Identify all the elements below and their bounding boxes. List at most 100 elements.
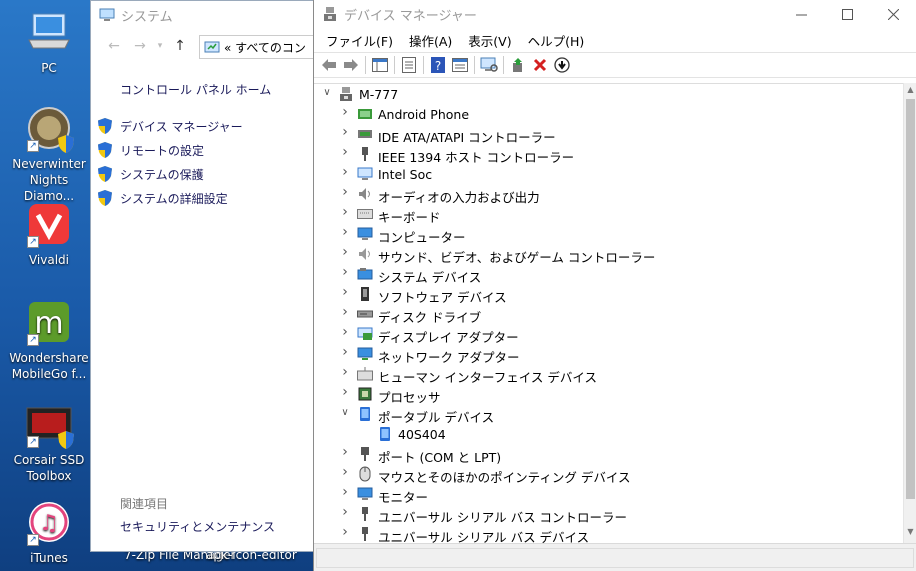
tree-category[interactable]: › ポート (COM と LPT) [314, 444, 904, 465]
remote-settings-link[interactable]: リモートの設定 [97, 138, 243, 162]
link-label: システムの詳細設定 [120, 191, 228, 206]
chevron-down-icon[interactable]: ∨ [338, 407, 352, 418]
desktop-icon-pc[interactable]: PC [4, 8, 94, 76]
chevron-right-icon[interactable]: › [338, 284, 352, 300]
chevron-right-icon[interactable]: › [338, 164, 352, 180]
chevron-right-icon[interactable]: › [338, 144, 352, 160]
tree-category[interactable]: › キーボード [314, 204, 904, 225]
menu-help[interactable]: ヘルプ(H) [520, 28, 593, 53]
chevron-right-icon[interactable]: › [338, 264, 352, 280]
link-label: システムの保護 [120, 167, 204, 182]
vertical-scrollbar[interactable]: ▲ ▼ [903, 83, 916, 543]
chevron-right-icon[interactable]: › [338, 344, 352, 360]
tree-category[interactable]: › プロセッサ [314, 384, 904, 405]
tree-category[interactable]: › ソフトウェア デバイス [314, 284, 904, 305]
scroll-down-icon[interactable]: ▼ [904, 527, 916, 541]
tree-category[interactable]: › システム デバイス [314, 264, 904, 285]
control-panel-home-link[interactable]: コントロール パネル ホーム [120, 81, 271, 98]
view-button[interactable] [449, 54, 471, 76]
chevron-right-icon[interactable]: › [338, 444, 352, 460]
address-text: « すべてのコン [224, 40, 306, 55]
disable-device-button[interactable] [551, 54, 573, 76]
properties-button[interactable] [398, 54, 420, 76]
tree-category[interactable]: › ネットワーク アダプター [314, 344, 904, 365]
tree-category[interactable]: › ディスク ドライブ [314, 304, 904, 325]
forward-button[interactable] [340, 54, 362, 76]
chevron-right-icon[interactable]: › [338, 364, 352, 380]
desktop-icon-vivaldi[interactable]: ↗ Vivaldi [4, 200, 94, 268]
tree-category[interactable]: ∨ ポータブル デバイス [314, 404, 904, 425]
back-button[interactable] [318, 54, 340, 76]
chevron-right-icon[interactable]: › [338, 524, 352, 540]
scroll-thumb[interactable] [906, 99, 915, 499]
chevron-right-icon[interactable]: › [338, 244, 352, 260]
scroll-up-icon[interactable]: ▲ [904, 85, 916, 99]
portable-device-icon [357, 406, 373, 422]
keyboard-icon [357, 206, 373, 222]
recent-dropdown-icon[interactable]: ▾ [153, 41, 167, 51]
chevron-right-icon[interactable]: › [338, 224, 352, 240]
chevron-right-icon[interactable]: › [338, 204, 352, 220]
desktop-icon-corsair[interactable]: ↗ Corsair SSD Toolbox [4, 400, 94, 484]
tree-category[interactable]: › IDE ATA/ATAPI コントローラー [314, 124, 904, 145]
chevron-right-icon[interactable]: › [338, 304, 352, 320]
show-hide-console-tree-button[interactable] [369, 54, 391, 76]
tree-category[interactable]: › サウンド、ビデオ、およびゲーム コントローラー [314, 244, 904, 265]
security-maintenance-link[interactable]: セキュリティとメンテナンス [120, 518, 275, 535]
menu-file[interactable]: ファイル(F) [318, 28, 401, 53]
toolbar: ? [314, 52, 916, 78]
chevron-right-icon[interactable]: › [338, 184, 352, 200]
tree-category[interactable]: › コンピューター [314, 224, 904, 245]
update-driver-icon [513, 58, 522, 72]
tree-category[interactable]: › ユニバーサル シリアル バス デバイス [314, 524, 904, 543]
scan-hardware-button[interactable] [478, 54, 500, 76]
minimize-button[interactable] [778, 0, 824, 28]
chevron-right-icon[interactable]: › [338, 324, 352, 340]
shortcut-arrow-icon: ↗ [27, 436, 39, 448]
up-arrow-icon[interactable]: ↑ [167, 38, 193, 54]
tree-category[interactable]: › ヒューマン インターフェイス デバイス [314, 364, 904, 385]
forward-arrow-icon[interactable]: → [127, 38, 153, 54]
chevron-right-icon[interactable]: › [338, 124, 352, 140]
tree-category[interactable]: › オーディオの入力および出力 [314, 184, 904, 205]
corsair-ssd-icon: ↗ [25, 400, 74, 449]
uninstall-device-button[interactable] [529, 54, 551, 76]
desktop-icon-label: iTunes [30, 551, 68, 565]
android-phone-icon [357, 106, 373, 122]
help-button[interactable]: ? [427, 54, 449, 76]
tree-category[interactable]: › モニター [314, 484, 904, 505]
svg-text:?: ? [435, 59, 441, 73]
desktop-icon-neverwinter[interactable]: ↗ Neverwinter Nights Diamo... [4, 104, 94, 204]
tree-category[interactable]: › ディスプレイ アダプター [314, 324, 904, 345]
update-driver-button[interactable] [507, 54, 529, 76]
tree-category[interactable]: › マウスとそのほかのポインティング デバイス [314, 464, 904, 485]
software-device-icon [357, 286, 373, 302]
chevron-right-icon[interactable]: › [338, 104, 352, 120]
hid-icon [357, 366, 373, 382]
maximize-button[interactable] [824, 0, 870, 28]
tree-root[interactable]: ∨ M-777 [314, 84, 904, 104]
tree-category[interactable]: › IEEE 1394 ホスト コントローラー [314, 144, 904, 165]
back-arrow-icon[interactable]: ← [101, 38, 127, 54]
desktop-icon-itunes[interactable]: ♫ ↗ iTunes [4, 498, 94, 566]
neverwinter-nights-icon: ↗ [25, 104, 74, 153]
address-bar[interactable]: « すべてのコン [199, 35, 323, 59]
menu-action[interactable]: 操作(A) [401, 28, 460, 53]
chevron-down-icon[interactable]: ∨ [320, 87, 334, 98]
close-button[interactable] [870, 0, 916, 28]
device-manager-link[interactable]: デバイス マネージャー [97, 114, 243, 138]
chevron-right-icon[interactable]: › [338, 464, 352, 480]
menu-view[interactable]: 表示(V) [460, 28, 519, 53]
chevron-right-icon[interactable]: › [338, 484, 352, 500]
tree-category[interactable]: › ユニバーサル シリアル バス コントローラー [314, 504, 904, 525]
chevron-right-icon[interactable]: › [338, 384, 352, 400]
system-protection-link[interactable]: システムの保護 [97, 162, 243, 186]
tree-category[interactable]: › Android Phone [314, 104, 904, 124]
scan-hardware-icon [480, 57, 498, 72]
tree-category[interactable]: › Intel Soc [314, 164, 904, 184]
tree-child-item[interactable]: 40S404 [314, 424, 904, 444]
desktop-icon-mobilego[interactable]: m ↗ Wondershare MobileGo f... [4, 298, 94, 382]
advanced-system-settings-link[interactable]: システムの詳細設定 [97, 186, 243, 210]
status-cell [316, 548, 914, 568]
chevron-right-icon[interactable]: › [338, 504, 352, 520]
